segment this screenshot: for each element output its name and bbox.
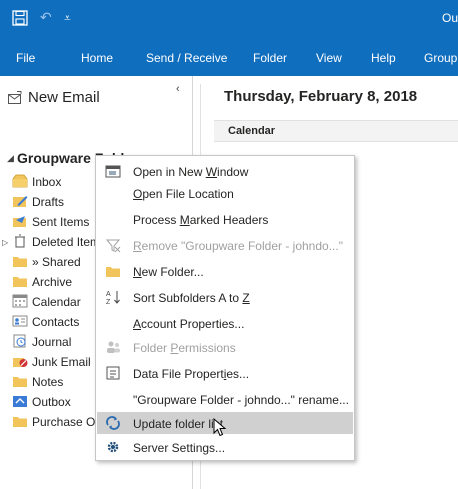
- menu-label: Open File Location: [133, 187, 234, 201]
- menu-open-file-location[interactable]: Open File Location: [97, 182, 353, 204]
- tab-help[interactable]: Help: [371, 51, 396, 65]
- refresh-icon: [106, 416, 120, 430]
- journal-icon: [13, 334, 26, 348]
- menu-open-in-new-window[interactable]: Open in New Window: [97, 160, 353, 182]
- new-folder-icon: [106, 267, 120, 277]
- menu-label: Server Settings...: [133, 441, 226, 455]
- new-email-icon: [8, 91, 22, 104]
- mouse-cursor-icon: [213, 418, 227, 437]
- drafts-icon: [13, 196, 28, 207]
- menu-server-settings[interactable]: Server Settings...: [97, 436, 353, 458]
- menu-label: Folder Permissions: [133, 341, 236, 355]
- menu-sort-subfolders[interactable]: AZ Sort Subfolders A to Z: [97, 286, 353, 308]
- undo-icon[interactable]: ↶: [40, 9, 52, 26]
- collapse-pane-icon[interactable]: ‹: [176, 83, 180, 95]
- expand-icon[interactable]: ▷: [2, 238, 8, 247]
- gear-icon: [107, 441, 119, 453]
- collapse-group-icon[interactable]: ◢: [7, 153, 14, 164]
- trash-icon: [15, 234, 25, 248]
- menu-process-marked-headers[interactable]: Process Marked Headers: [97, 208, 353, 230]
- menu-label: Open in New Window: [133, 165, 249, 179]
- folder-icon: [13, 257, 27, 267]
- sort-az-icon: AZ: [106, 291, 120, 305]
- menu-label: Process Marked Headers: [133, 213, 269, 227]
- customize-qat-icon[interactable]: ⩡: [64, 11, 71, 26]
- svg-text:Z: Z: [106, 299, 111, 305]
- menu-new-folder[interactable]: New Folder...: [97, 260, 353, 282]
- new-window-icon: [105, 165, 121, 178]
- tab-group[interactable]: Group: [424, 51, 457, 65]
- inbox-icon: [12, 174, 28, 188]
- sent-icon: [13, 216, 26, 227]
- data-file-icon: [106, 366, 120, 380]
- menu-folder-permissions[interactable]: Folder Permissions: [97, 336, 353, 358]
- menu-account-properties[interactable]: Account Properties...: [97, 312, 353, 334]
- menu-label: New Folder...: [133, 265, 204, 279]
- svg-text:A: A: [106, 291, 111, 298]
- outbox-icon: [13, 396, 27, 407]
- tab-folder[interactable]: Folder: [253, 51, 287, 65]
- menu-label: Account Properties...: [133, 317, 245, 331]
- menu-remove-folder[interactable]: Remove "Groupware Folder - johndo...": [97, 234, 353, 256]
- tab-file[interactable]: File: [16, 51, 35, 65]
- menu-label: "Groupware Folder - johndo..." rename...: [133, 393, 349, 407]
- contacts-icon: [12, 315, 28, 327]
- menu-rename-folder[interactable]: "Groupware Folder - johndo..." rename...: [97, 388, 353, 410]
- folder-icon: [13, 417, 27, 427]
- tab-home[interactable]: Home: [81, 51, 113, 65]
- folder-icon: [13, 277, 27, 287]
- calendar-strip: Calendar: [214, 120, 458, 142]
- permissions-icon: [107, 341, 120, 353]
- ribbon-tabs: File Home Send / Receive Folder View Hel…: [0, 38, 458, 76]
- notes-icon: [13, 377, 27, 387]
- new-email-button[interactable]: New Email: [28, 89, 100, 106]
- remove-icon: [105, 239, 121, 253]
- menu-label: Remove "Groupware Folder - johndo...": [133, 239, 343, 253]
- menu-label: Data File Properties...: [133, 367, 250, 381]
- menu-label: Update folder list: [133, 417, 224, 431]
- title-bar: ↶ ⩡ Ou: [0, 0, 458, 38]
- menu-data-file-properties[interactable]: Data File Properties...: [97, 362, 353, 384]
- menu-label: Sort Subfolders A to Z: [133, 291, 250, 305]
- tab-view[interactable]: View: [316, 51, 342, 65]
- calendar-label: Calendar: [228, 125, 276, 137]
- save-icon[interactable]: [12, 10, 28, 26]
- context-menu: Open in New Window Open File Location Pr…: [95, 155, 355, 461]
- app-title: Ou: [441, 11, 458, 25]
- tab-send-receive[interactable]: Send / Receive: [146, 51, 227, 65]
- date-heading: Thursday, February 8, 2018: [224, 88, 418, 105]
- junk-icon: [13, 358, 28, 367]
- calendar-icon: [12, 294, 28, 308]
